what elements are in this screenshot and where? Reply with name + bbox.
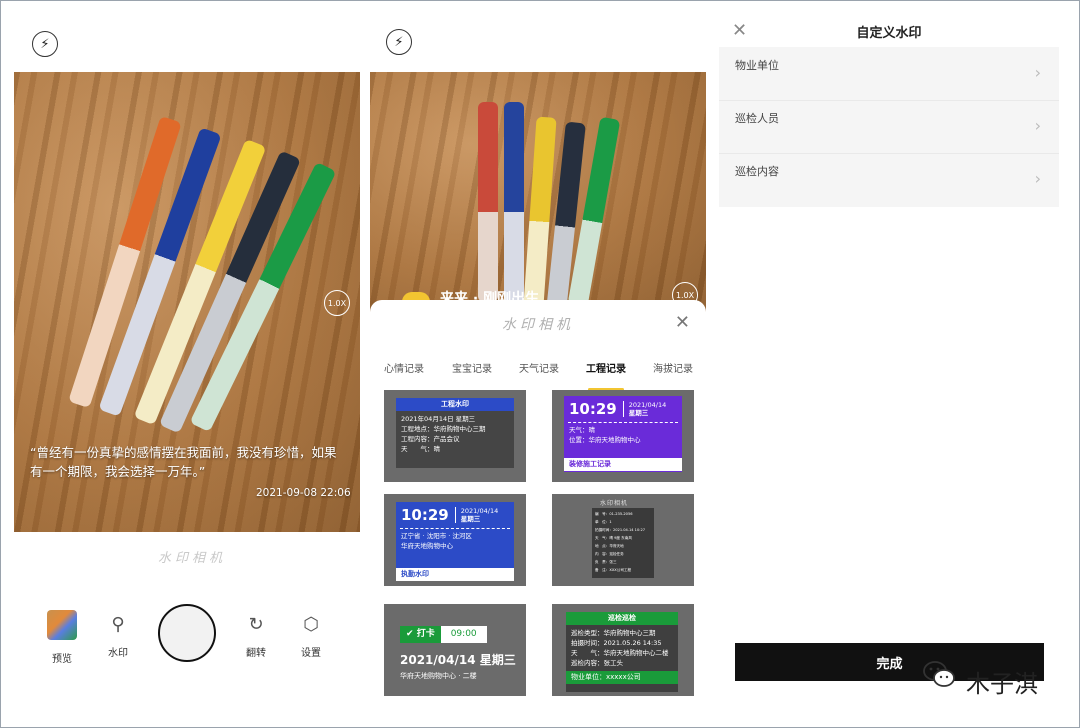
page-title: 自定义水印 [856,26,922,41]
stamp-icon: ⚲ [111,613,125,635]
card-place: 华府天地购物中心 [401,542,453,550]
watermark-quote: “曾经有一份真挚的感情摆在我面前，我没有珍惜，如果有一个期限，我会选择一万年。” [30,445,337,479]
card-location: 工程地点：华府购物中心三期 [401,425,486,433]
card-row: 内 容：巡检任务 [595,552,624,556]
watermark-button[interactable]: ⚲ 水印 [104,610,132,660]
card-body: 巡检巡检 巡检类型：华府购物中心三期 拍摄时间：2021.05.26 14:35… [566,612,678,692]
card-body: ✔ 打卡 09:00 2021/04/14 星期三 华府天地购物中心 · 二楼 [400,626,516,681]
card-logo: 水印相机 [600,500,629,507]
card-footer: 物业单位：xxxxx公司 [566,671,678,684]
flash-icon[interactable]: ⚡ [32,31,58,57]
card-row: 天 气：晴 9度 东南风 [595,536,632,540]
card-body: 编 号：01-235-2056 单 位：1 拍摄时间：2021.04.14 10… [592,508,654,578]
custom-field-list: 物业单位 › 巡检人员 › 巡检内容 › [719,47,1059,207]
wechat-icon [923,661,955,687]
card-header: 巡检巡检 [566,612,678,625]
card-row: 备 注：XXX公司工程 [595,568,632,572]
card-region: 辽宁省 · 沈阳市 · 沈河区 [401,532,472,540]
hexagon-settings-icon: ⬡ [303,613,319,635]
card-time: 拍摄时间：2021.05.26 14:35 [571,639,662,647]
card-weather: 天 气：华府天地购物中心二楼 [571,649,669,657]
card-date: 2021/04/14 [628,401,667,409]
preview-button[interactable]: 预览 [47,610,77,665]
card-content: 巡检内容：张工头 [571,659,623,667]
card-content: 工程内容：产品会议 [401,435,460,443]
card-body: 10:29 2021/04/14 星期三 辽宁省 · 沈阳市 · 沈河区 华府天… [396,502,514,578]
card-footer: 装修施工记录 [564,458,682,471]
card-footer: 执勤水印 [396,568,514,581]
tab-mood[interactable]: 心情记录 [384,360,424,375]
watermark-label: 水印 [108,648,128,659]
settings-button[interactable]: ⬡ 设置 [297,610,325,660]
tab-engineering[interactable]: 工程记录 [586,360,626,375]
card-body: 工程水印 2021年04月14日 星期三 工程地点：华府购物中心三期 工程内容：… [396,398,514,468]
field-row-inspection-content[interactable]: 巡检内容 › [719,153,1059,206]
checkin-label: 打卡 [416,629,435,639]
tab-baby[interactable]: 宝宝记录 [452,360,492,375]
card-row: 地 点：华府天地 [595,544,624,548]
card-weather: 天气：晴 [569,426,595,434]
flip-camera-icon: ↻ [248,613,264,635]
field-label: 巡检人员 [735,112,779,125]
tab-weather[interactable]: 天气记录 [519,360,559,375]
app-brand: 水印相机 [158,551,227,566]
card-date: 2021/04/14 星期三 [400,653,516,667]
category-tabs: 心情记录 宝宝记录 天气记录 工程记录 海拔记录 [370,360,706,391]
template-card-patrol[interactable]: 巡检巡检 巡检类型：华府购物中心三期 拍摄时间：2021.05.26 14:35… [552,604,694,696]
chevron-right-icon: › [1034,63,1041,82]
card-row: 拍摄时间：2021.04.14 10:27 [595,528,646,532]
watermark-timestamp: 2021-09-08 22:06 [256,487,351,499]
close-icon[interactable]: ✕ [732,20,747,41]
zoom-indicator[interactable]: 1.0X [324,290,350,316]
template-card-duty[interactable]: 10:29 2021/04/14 星期三 辽宁省 · 沈阳市 · 沈河区 华府天… [384,494,526,586]
card-row: 负 责：张三 [595,560,617,564]
sheet-title: 水印相机 [502,317,574,333]
field-row-property-unit[interactable]: 物业单位 › [719,47,1059,101]
flip-button[interactable]: ↻ 翻转 [242,610,270,660]
field-label: 物业单位 [735,59,779,72]
template-card-checkin[interactable]: ✔ 打卡 09:00 2021/04/14 星期三 华府天地购物中心 · 二楼 [384,604,526,696]
flip-label: 翻转 [246,648,266,659]
card-header: 工程水印 [396,398,514,411]
field-label: 巡检内容 [735,165,779,178]
card-weekday: 星期三 [460,515,481,523]
tab-altitude[interactable]: 海拔记录 [653,360,693,375]
preview-thumbnail [47,610,77,640]
checkin-badge: ✔ 打卡 [400,626,441,643]
template-card-inspection-detail[interactable]: 水印相机 编 号：01-235-2056 单 位：1 拍摄时间：2021.04.… [552,494,694,586]
account-name: 木子淇 [966,670,1038,698]
template-card-engineering[interactable]: 工程水印 2021年04月14日 星期三 工程地点：华府购物中心三期 工程内容：… [384,390,526,482]
card-place: 华府天地购物中心 · 二楼 [400,672,477,680]
preview-label: 预览 [52,654,72,665]
pen-blue [504,102,524,302]
card-weekday: 星期三 [628,409,649,417]
card-time: 10:29 [401,506,449,524]
card-time: 09:00 [440,626,487,643]
card-time: 10:29 [569,400,617,418]
card-date: 2021/04/14 [460,507,499,515]
card-weather: 天 气：晴 [401,445,440,453]
card-row: 编 号：01-235-2056 [595,512,633,516]
camera-preview: 1.0X [370,72,706,312]
pen-red [478,102,498,302]
chevron-right-icon: › [1034,116,1041,135]
card-location: 位置：华府天地购物中心 [569,436,641,444]
card-row: 单 位：1 [595,520,612,524]
card-date: 2021年04月14日 星期三 [401,415,476,423]
chevron-right-icon: › [1034,169,1041,188]
template-card-renovation[interactable]: 10:29 2021/04/14 星期三 天气：晴 位置：华府天地购物中心 装修… [552,390,694,482]
field-row-inspector[interactable]: 巡检人员 › [719,100,1059,154]
shutter-button[interactable] [158,604,216,662]
card-type: 巡检类型：华府购物中心三期 [571,629,656,637]
close-icon[interactable]: ✕ [675,312,690,333]
flash-icon[interactable]: ⚡ [386,29,412,55]
settings-label: 设置 [301,648,321,659]
